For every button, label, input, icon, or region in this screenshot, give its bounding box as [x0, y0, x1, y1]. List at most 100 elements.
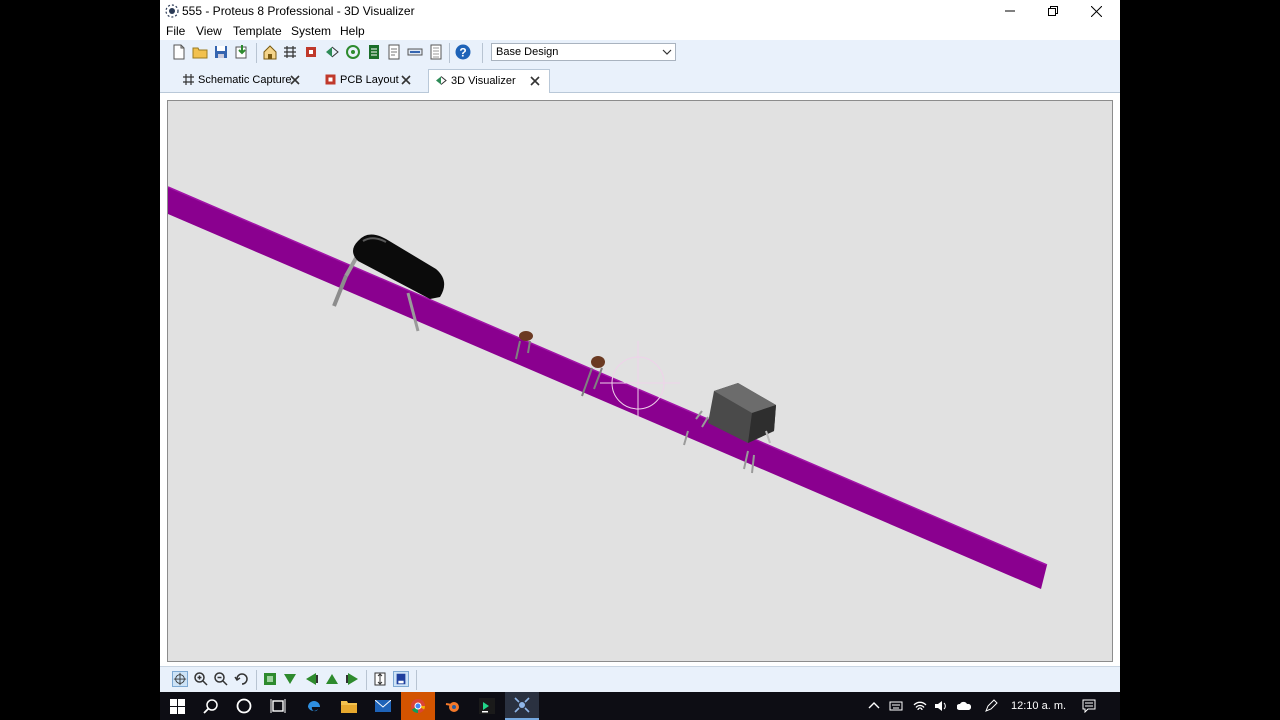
- 3d-icon[interactable]: [324, 44, 340, 60]
- fit-height-icon[interactable]: [372, 671, 388, 687]
- design-notes-icon[interactable]: [386, 44, 402, 60]
- tab-3d-visualizer[interactable]: 3D Visualizer: [428, 69, 550, 93]
- menu-view[interactable]: View: [196, 24, 222, 38]
- pen-icon[interactable]: [984, 699, 998, 713]
- undo-view-icon[interactable]: [234, 671, 250, 687]
- menu-template[interactable]: Template: [233, 24, 282, 38]
- zoom-in-icon[interactable]: [193, 671, 209, 687]
- file-explorer-icon: [341, 701, 357, 713]
- cortana-icon: [236, 698, 252, 714]
- toolbar-separator: [256, 670, 257, 690]
- taskbar-blender[interactable]: [436, 692, 470, 720]
- 3d-scene: [168, 186, 1048, 589]
- close-icon[interactable]: [529, 75, 541, 87]
- pan-icon[interactable]: [172, 671, 188, 687]
- svg-text:?: ?: [459, 46, 466, 60]
- layer-toggle-icon[interactable]: [393, 671, 409, 687]
- onedrive-icon[interactable]: [957, 699, 971, 713]
- taskbar-cortana[interactable]: [227, 692, 261, 720]
- home-icon[interactable]: [262, 44, 278, 60]
- menu-file[interactable]: File: [166, 24, 185, 38]
- menu-help[interactable]: Help: [340, 24, 365, 38]
- schematic-icon[interactable]: [282, 44, 298, 60]
- top-view-icon[interactable]: [262, 671, 278, 687]
- minimize-icon: [1005, 10, 1015, 12]
- title-bar: 555 - Proteus 8 Professional - 3D Visual…: [160, 0, 1120, 22]
- tab-label: 3D Visualizer: [451, 75, 516, 87]
- variant-select[interactable]: Base Design: [491, 43, 676, 61]
- taskbar-search[interactable]: [194, 692, 228, 720]
- edge-icon: [308, 701, 320, 712]
- wifi-icon[interactable]: [913, 699, 927, 713]
- right-view-icon[interactable]: [345, 671, 361, 687]
- taskbar-task-view[interactable]: [261, 692, 295, 720]
- close-icon[interactable]: [289, 74, 301, 86]
- new-file-icon[interactable]: [171, 44, 187, 60]
- toolbar-separator: [256, 43, 257, 63]
- taskbar-edge[interactable]: [297, 692, 331, 720]
- help-icon[interactable]: ?: [455, 44, 471, 60]
- action-center-icon[interactable]: [1082, 699, 1096, 713]
- tab-label: PCB Layout: [340, 74, 399, 86]
- taskbar-chrome[interactable]: [401, 692, 435, 720]
- toolbar-separator: [482, 43, 483, 63]
- import-icon[interactable]: [234, 44, 250, 60]
- close-button[interactable]: [1074, 0, 1118, 22]
- 3d-icon: [436, 76, 447, 85]
- close-icon: [1090, 5, 1102, 17]
- app-window: 555 - Proteus 8 Professional - 3D Visual…: [160, 0, 1120, 692]
- volume-icon[interactable]: [934, 699, 948, 713]
- blender-icon: [445, 702, 459, 712]
- variant-select-value: Base Design: [496, 46, 559, 58]
- windows-start-icon: [169, 698, 185, 714]
- chrome-icon: [411, 699, 426, 714]
- bottom-view-icon[interactable]: [282, 671, 298, 687]
- netlist-icon[interactable]: [407, 44, 423, 60]
- report-icon[interactable]: [428, 44, 444, 60]
- taskbar-pycharm[interactable]: [470, 692, 504, 720]
- zoom-out-icon[interactable]: [213, 671, 229, 687]
- view-toolbar: [160, 666, 1120, 692]
- window-title: 555 - Proteus 8 Professional - 3D Visual…: [182, 4, 415, 18]
- pcb-icon: [325, 74, 336, 85]
- gerber-icon[interactable]: [345, 44, 361, 60]
- taskbar-clock[interactable]: 12:10 a. m.: [1011, 700, 1066, 712]
- save-icon[interactable]: [213, 44, 229, 60]
- menu-system[interactable]: System: [291, 24, 331, 38]
- close-icon[interactable]: [400, 74, 412, 86]
- chevron-down-icon: [662, 49, 672, 55]
- windows-taskbar: 12:10 a. m.: [160, 692, 1120, 720]
- main-toolbar: ? Base Design: [160, 40, 1120, 67]
- front-view-icon[interactable]: [324, 671, 340, 687]
- pcb-board: [168, 187, 1047, 589]
- taskbar-proteus[interactable]: [505, 692, 539, 720]
- mail-icon: [375, 700, 391, 712]
- proteus-app-icon: [165, 4, 179, 18]
- menu-bar: File View Template System Help: [160, 22, 1120, 40]
- pcb-icon[interactable]: [303, 44, 319, 60]
- start-button[interactable]: [160, 692, 194, 720]
- proteus-icon: [514, 697, 530, 713]
- task-view-icon: [270, 699, 286, 713]
- taskbar-mail[interactable]: [366, 692, 400, 720]
- chevron-up-icon[interactable]: [867, 699, 881, 713]
- pycharm-icon: [479, 698, 495, 714]
- tab-pcb-layout[interactable]: PCB Layout: [318, 69, 418, 91]
- left-view-icon[interactable]: [303, 671, 319, 687]
- open-folder-icon[interactable]: [192, 44, 208, 60]
- search-icon: [203, 699, 218, 714]
- tab-schematic-capture[interactable]: Schematic Capture: [176, 69, 308, 91]
- tab-label: Schematic Capture: [198, 74, 292, 86]
- toolbar-separator: [366, 670, 367, 690]
- keyboard-icon[interactable]: [889, 699, 903, 713]
- toolbar-separator: [449, 43, 450, 63]
- minimize-button[interactable]: [988, 0, 1032, 22]
- 3d-viewport[interactable]: [167, 100, 1113, 662]
- taskbar-file-explorer[interactable]: [332, 692, 366, 720]
- bom-icon[interactable]: [366, 44, 382, 60]
- document-tabs: Schematic Capture PCB Layout 3D Visualiz…: [160, 66, 1120, 93]
- schematic-icon: [183, 74, 194, 85]
- restore-icon: [1048, 6, 1058, 16]
- toolbar-separator: [416, 670, 417, 690]
- restore-button[interactable]: [1031, 0, 1075, 22]
